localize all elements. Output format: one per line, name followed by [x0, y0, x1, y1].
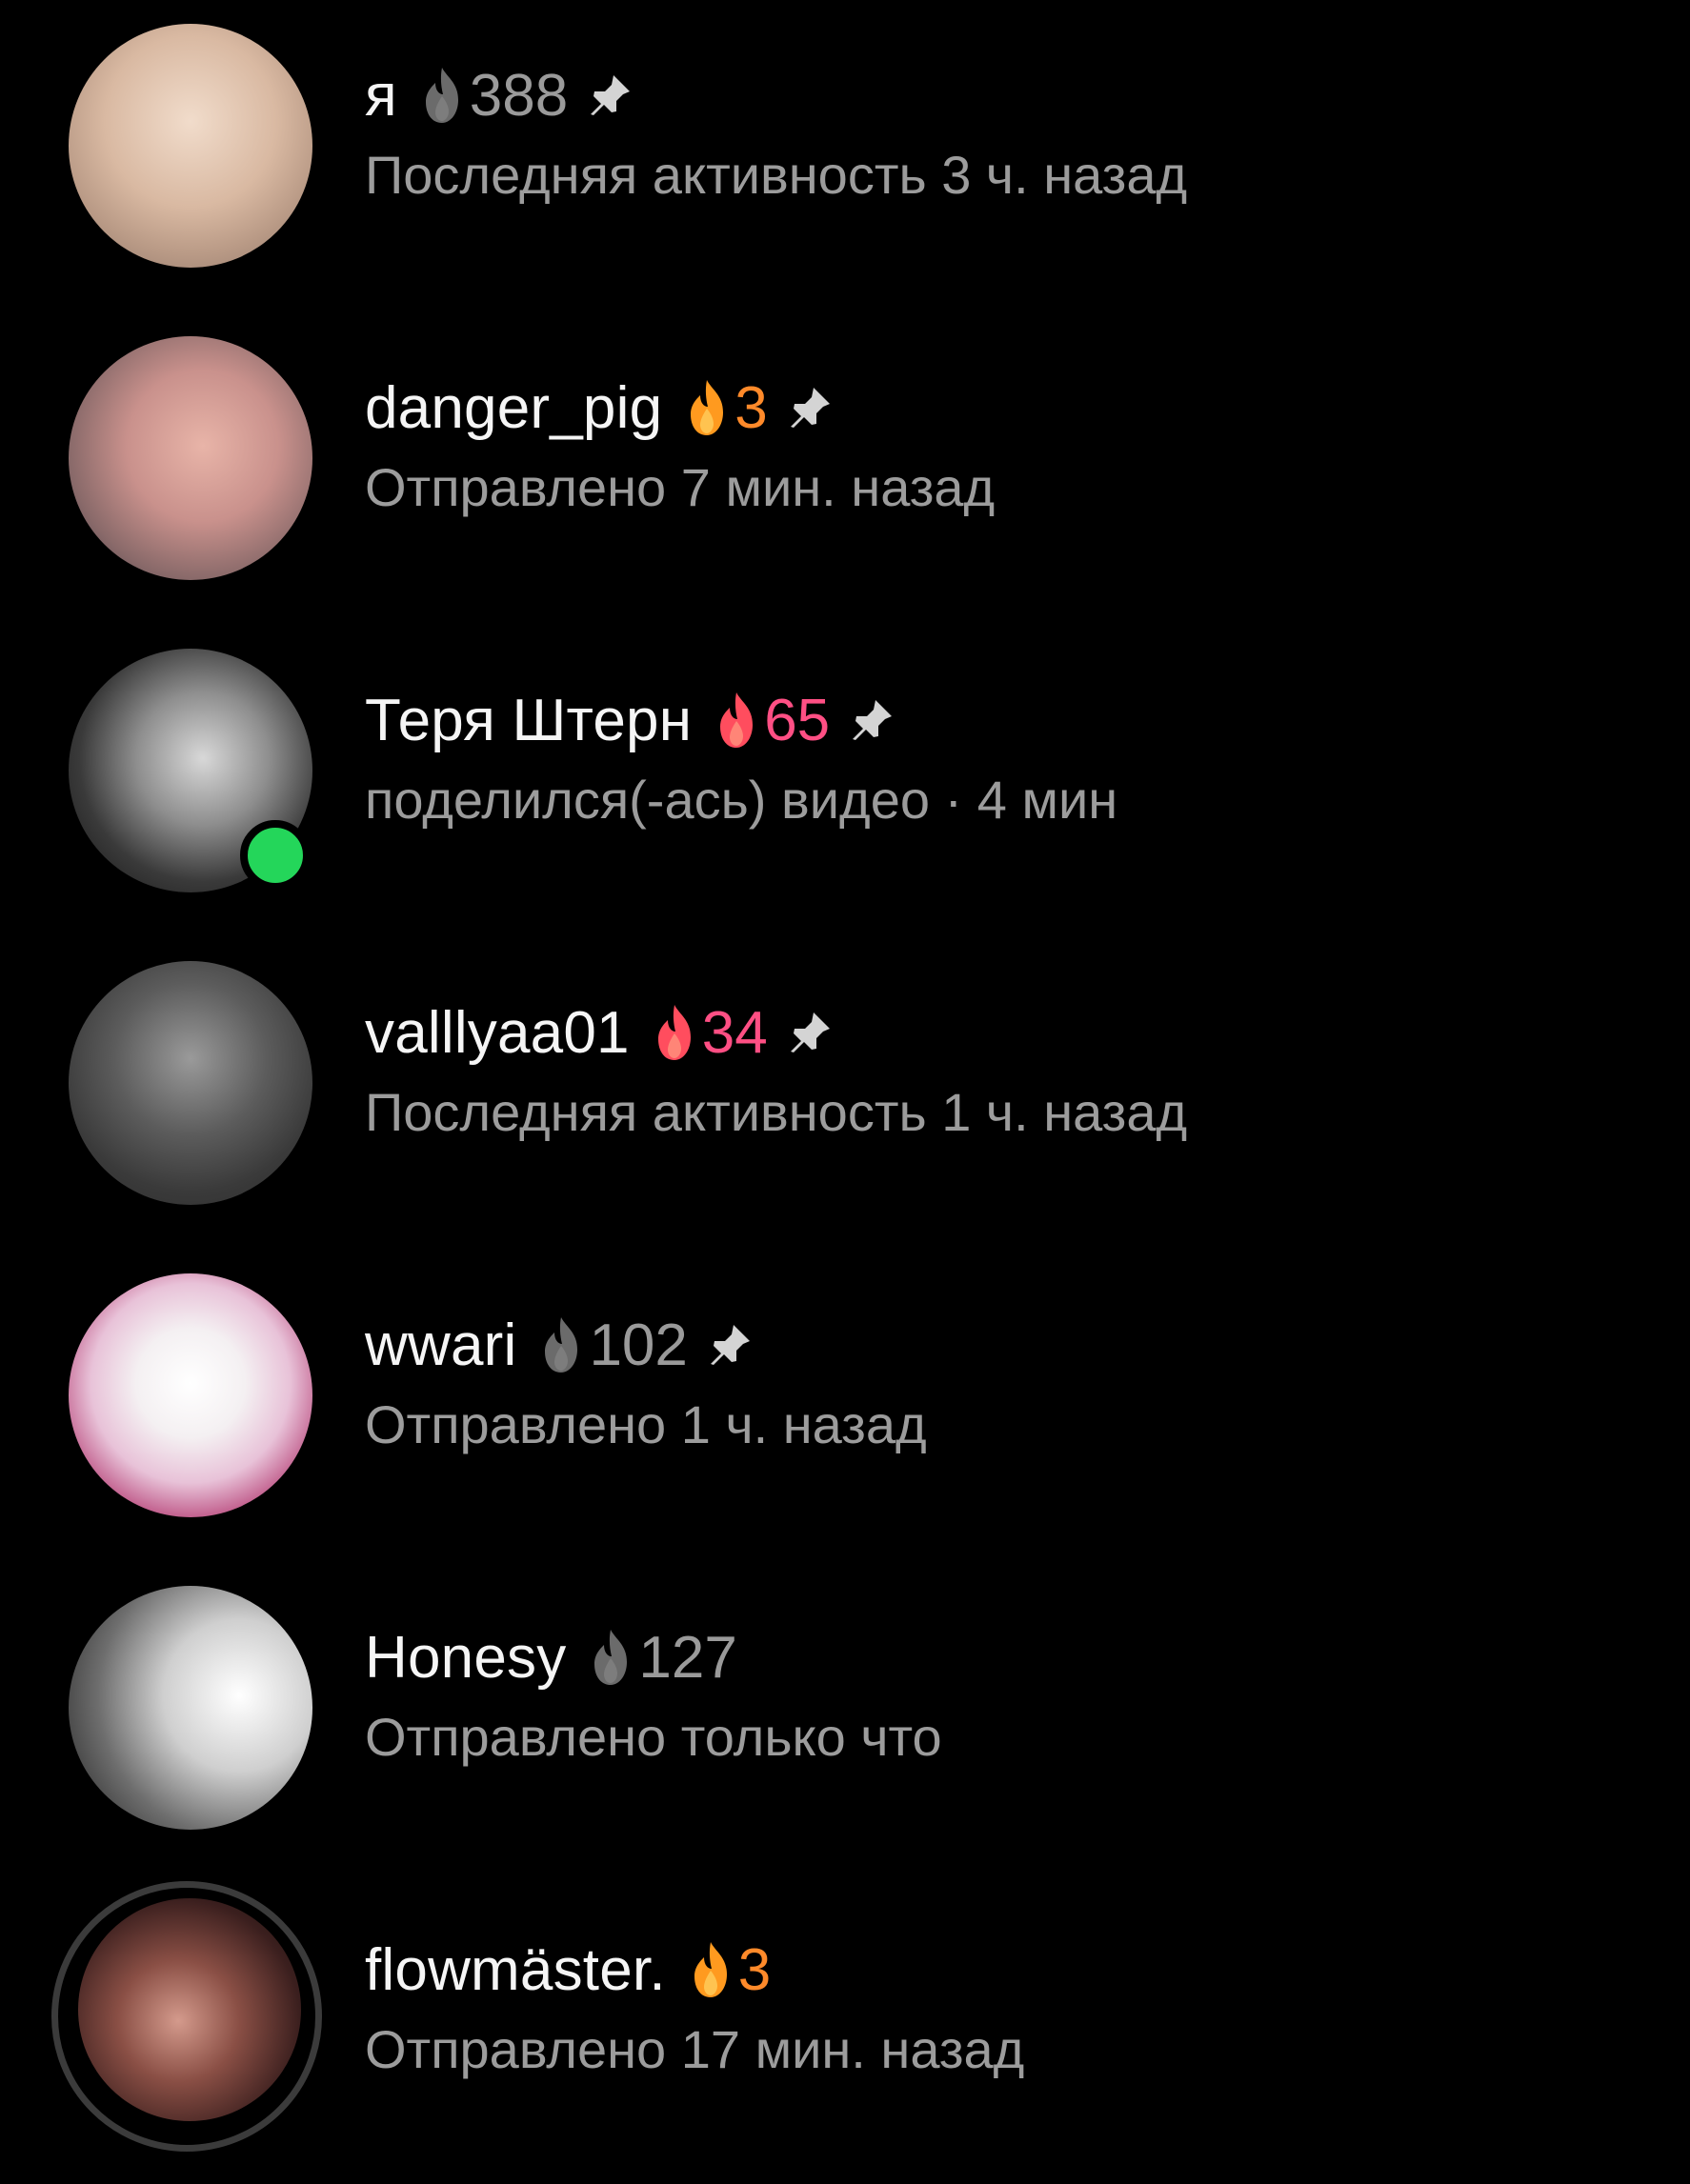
chat-row[interactable]: Теря Штерн 65 поделился(-ась) видео · 4 …	[0, 649, 1690, 934]
chat-title-line: flowmäster. 3	[365, 1931, 1652, 2009]
flame-icon	[720, 692, 754, 748]
streak: 34	[651, 999, 768, 1067]
chat-row[interactable]: wwari 102 Отправлено 1 ч. назад	[0, 1273, 1690, 1559]
avatar[interactable]	[69, 961, 312, 1205]
chat-status: Последняя активность 1 ч. назад	[365, 1082, 1188, 1142]
chat-status: Отправлено 17 мин. назад	[365, 2019, 1025, 2079]
chat-text: Honesy 127 Отправлено только что	[365, 1618, 1652, 1768]
chat-status: Последняя активность 3 ч. назад	[365, 145, 1188, 205]
streak-count: 3	[737, 1936, 772, 2003]
avatar[interactable]	[69, 24, 312, 268]
chat-row[interactable]: Honesy 127 Отправлено только что	[0, 1586, 1690, 1872]
chat-name: я	[365, 62, 397, 129]
chat-list: я 388 Последняя активность 3 ч. назад da…	[0, 0, 1690, 2183]
chat-text: danger_pig 3 Отправлено 7 мин. назад	[365, 369, 1652, 518]
flame-icon	[594, 1630, 628, 1685]
chat-text: wwari 102 Отправлено 1 ч. назад	[365, 1306, 1652, 1455]
chat-row[interactable]: flowmäster. 3 Отправлено 17 мин. назад	[0, 1881, 1690, 2184]
streak: 3	[687, 1936, 771, 2004]
flame-icon	[425, 68, 458, 123]
streak: 102	[537, 1312, 688, 1379]
chat-name: danger_pig	[365, 374, 663, 441]
chat-text: я 388 Последняя активность 3 ч. назад	[365, 56, 1652, 206]
avatar[interactable]	[69, 1273, 312, 1517]
flame-icon	[691, 380, 724, 435]
pin-icon	[710, 1325, 750, 1365]
pin-icon	[790, 388, 830, 428]
streak: 127	[587, 1624, 737, 1692]
chat-title-line: valllyaa01 34	[365, 993, 1652, 1072]
streak-count: 102	[589, 1312, 688, 1378]
online-indicator	[240, 820, 311, 891]
avatar[interactable]	[69, 336, 312, 580]
streak: 3	[683, 374, 768, 442]
chat-title-line: Теря Штерн 65	[365, 681, 1652, 759]
streak-count: 3	[734, 374, 768, 441]
chat-row[interactable]: valllyaa01 34 Последняя активность 1 ч. …	[0, 961, 1690, 1247]
streak-count: 34	[701, 999, 768, 1066]
flame-icon	[694, 1942, 727, 1997]
streak: 65	[713, 687, 830, 754]
chat-title-line: wwari 102	[365, 1306, 1652, 1384]
avatar[interactable]	[69, 1586, 312, 1830]
chat-name: flowmäster.	[365, 1936, 666, 2003]
flame-icon	[545, 1317, 578, 1373]
chat-text: Теря Штерн 65 поделился(-ась) видео · 4 …	[365, 681, 1652, 831]
streak: 388	[418, 62, 568, 130]
chat-text: flowmäster. 3 Отправлено 17 мин. назад	[365, 1931, 1652, 2080]
chat-name: Теря Штерн	[365, 687, 693, 753]
avatar[interactable]	[78, 1898, 301, 2121]
pin-icon	[591, 75, 631, 115]
chat-title-line: я 388	[365, 56, 1652, 134]
chat-text: valllyaa01 34 Последняя активность 1 ч. …	[365, 993, 1652, 1143]
chat-status: Отправлено 7 мин. назад	[365, 457, 996, 517]
pin-icon	[853, 700, 893, 740]
chat-status: Отправлено 1 ч. назад	[365, 1394, 927, 1454]
chat-name: valllyaa01	[365, 999, 630, 1066]
chat-name: Honesy	[365, 1624, 567, 1691]
flame-icon	[657, 1005, 691, 1060]
chat-status: Отправлено только что	[365, 1707, 942, 1767]
chat-row[interactable]: я 388 Последняя активность 3 ч. назад	[0, 24, 1690, 310]
chat-row[interactable]: danger_pig 3 Отправлено 7 мин. назад	[0, 336, 1690, 622]
pin-icon	[790, 1012, 830, 1052]
streak-count: 388	[469, 62, 569, 129]
chat-title-line: danger_pig 3	[365, 369, 1652, 447]
chat-title-line: Honesy 127	[365, 1618, 1652, 1696]
streak-count: 127	[638, 1624, 737, 1691]
chat-name: wwari	[365, 1312, 517, 1378]
chat-status: поделился(-ась) видео · 4 мин	[365, 770, 1118, 830]
streak-count: 65	[764, 687, 831, 753]
